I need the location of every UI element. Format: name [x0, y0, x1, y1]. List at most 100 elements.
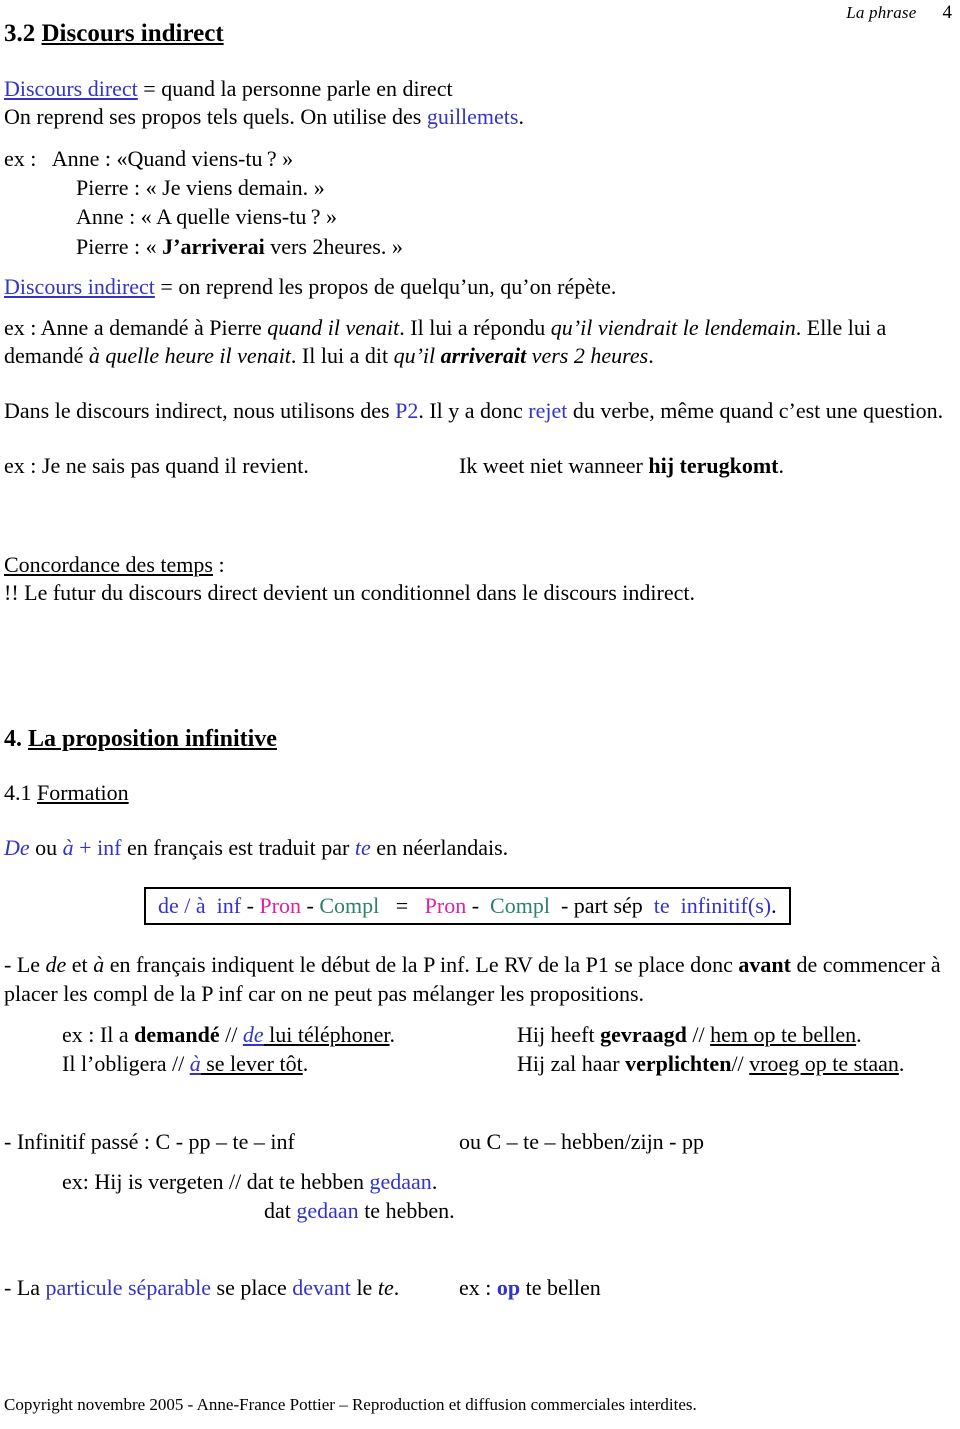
discours-indirect-text: = on reprend les propos de quelqu’un, qu…	[160, 273, 617, 299]
term-discours-direct: Discours direct	[4, 75, 138, 101]
nl-pre: Hij heeft	[517, 1022, 601, 1048]
discours-indirect-definition: Discours indirect = on reprend les propo…	[4, 273, 956, 302]
dialogue-speaker: Anne :	[76, 204, 141, 230]
concordance-heading: Concordance des temps :	[4, 551, 956, 580]
rule-part: en français indiquent le début de la P i…	[104, 952, 739, 978]
rule-part-avant: avant	[738, 952, 791, 978]
note-text-a: On reprend ses propos tels quels. On uti…	[4, 104, 427, 130]
ex-pre: ex: Hij is vergeten // dat te hebben	[62, 1168, 370, 1194]
particule-rule: - La particule séparable se place devant…	[4, 1273, 459, 1302]
particule-te: te	[377, 1275, 394, 1301]
ex-part: . Il lui a dit	[290, 343, 394, 369]
keyword-particule-separable: particule séparable	[45, 1275, 212, 1301]
section-heading-3-2: 3.2 Discours indirect	[4, 20, 956, 49]
fr-preposition: de	[242, 1022, 264, 1048]
keyword-p2: P2	[395, 397, 419, 423]
section-heading-4: 4. La proposition infinitive	[4, 726, 956, 754]
example-french: ex : Il a demandé // de lui téléphoner.	[62, 1020, 517, 1049]
example-dutch: Hij heeft gevraagd // hem op te bellen.	[517, 1020, 956, 1049]
dialogue-quote-close: »	[326, 204, 338, 230]
nl-bold-verb: gevraagd	[600, 1022, 687, 1048]
nl-end: .	[898, 1051, 905, 1077]
dialogue-line: ex : Anne : «Quand viens-tu ? »	[4, 144, 956, 173]
ex-pre: dat	[264, 1197, 297, 1223]
dialogue-examples: ex : Anne : «Quand viens-tu ? » Pierre :…	[4, 144, 956, 261]
dialogue-line: Pierre : « J’arriverai vers 2heures. »	[4, 232, 956, 261]
indirect-rule-paragraph: Dans le discours indirect, nous utilison…	[4, 397, 956, 426]
dialogue-quote-open: «	[116, 145, 128, 171]
section-number: 3.2	[4, 20, 36, 47]
rule-text-c: du verbe, même quand c’est une question.	[567, 397, 944, 423]
fr-mid: //	[219, 1022, 243, 1048]
nl-mid: //	[686, 1022, 711, 1048]
formula-compl-1: Compl	[319, 892, 380, 918]
intro-te: te	[354, 834, 371, 860]
ex-part-italic: qu’il viendrait le lendemain	[550, 314, 796, 340]
rule-part-de: de	[45, 952, 67, 978]
particule-end: .	[393, 1275, 400, 1301]
ex-part-italic: à quelle heure il venait	[88, 343, 291, 369]
concordance-colon: :	[212, 551, 225, 577]
fr-pre: ex : Il a	[62, 1022, 135, 1048]
fr-end: .	[302, 1051, 309, 1077]
nl-underlined: hem op te bellen	[710, 1022, 857, 1048]
formula-compl-2: Compl	[484, 892, 556, 918]
example-row: Il l’obligera // à se lever tôt. Hij zal…	[62, 1049, 956, 1078]
dialogue-text: A quelle viens-tu ?	[156, 204, 327, 230]
fr-pre: Il l’obligera	[62, 1051, 172, 1077]
rule-part: et	[66, 952, 94, 978]
rule-text-b: . Il y a donc	[418, 397, 529, 423]
indirect-example-row: ex : Je ne sais pas quand il revient. Ik…	[4, 451, 956, 480]
dialogue-speaker: Anne :	[51, 145, 117, 171]
example-french: Il l’obligera // à se lever tôt.	[62, 1049, 517, 1078]
fr-end: .	[389, 1022, 396, 1048]
particule-separable-row: - La particule séparable se place devant…	[4, 1273, 956, 1302]
dialogue-quote-close: »	[391, 233, 403, 259]
infinitive-formula-box: de / à inf - Pron - Compl = Pron - Compl…	[144, 886, 791, 926]
fr-preposition: à	[189, 1051, 201, 1077]
dialogue-speaker: Pierre :	[76, 233, 146, 259]
discours-direct-text: = quand la personne parle en direct	[143, 75, 453, 101]
formula-dash: -	[466, 892, 485, 918]
section-4-number: 4.	[4, 725, 22, 752]
fr-underlined: se lever tôt	[200, 1051, 303, 1077]
example-row: ex : Il a demandé // de lui téléphoner. …	[62, 1020, 956, 1049]
indirect-example-paragraph: ex : Anne a demandé à Pierre quand il ve…	[4, 314, 956, 371]
section-4-1-number: 4.1	[4, 780, 32, 806]
formula-equals: =	[379, 892, 425, 918]
ex-end: .	[431, 1168, 438, 1194]
infinitive-examples: ex : Il a demandé // de lui téléphoner. …	[4, 1020, 956, 1079]
dialogue-quote-close: »	[313, 175, 325, 201]
intro-inf: + inf	[73, 834, 122, 860]
particule-ex-op: op	[496, 1275, 521, 1301]
copyright-footer: Copyright novembre 2005 - Anne-France Po…	[4, 1394, 697, 1414]
dialogue-quote-open: «	[140, 204, 157, 230]
dialogue-quote-open: «	[145, 175, 163, 201]
intro-ou: ou	[29, 834, 63, 860]
infinitif-passe-label: - Infinitif passé : C - pp – te – inf	[4, 1128, 295, 1154]
keyword-guillemets: guillemets	[426, 104, 519, 130]
rule-part-a: à	[93, 952, 105, 978]
ex-part: ex : Anne a demandé à Pierre	[4, 314, 268, 340]
discours-direct-note: On reprend ses propos tels quels. On uti…	[4, 103, 956, 132]
formation-intro: De ou à + inf en français est traduit pa…	[4, 834, 956, 863]
formula-container: de / à inf - Pron - Compl = Pron - Compl…	[4, 886, 956, 926]
ex-blue-gedaan: gedaan	[369, 1168, 432, 1194]
ex-part-italic: vers 2 heures	[526, 343, 649, 369]
particule-pre: - La	[4, 1275, 46, 1301]
particule-mid: se place	[211, 1275, 293, 1301]
infinitif-passe-example-2: dat gedaan te hebben.	[4, 1197, 956, 1226]
nl-underlined: vroeg op te staan	[749, 1051, 899, 1077]
rule-text-a: Dans le discours indirect, nous utilison…	[4, 397, 396, 423]
section-4-1-title: Formation	[37, 780, 129, 806]
ex-part-italic: qu’il	[393, 343, 441, 369]
dutch-bold: hij terugkomt	[648, 453, 779, 479]
ex-part: . Il lui a répondu	[399, 314, 551, 340]
intro-a: à	[62, 834, 74, 860]
section-4-title: La proposition infinitive	[28, 725, 277, 752]
term-discours-indirect: Discours indirect	[4, 273, 155, 299]
formula-pron-2: Pron	[424, 892, 467, 918]
dialogue-text: vers 2heures.	[264, 233, 392, 259]
intro-de: De	[4, 834, 30, 860]
concordance-rule: !! Le futur du discours direct devient u…	[4, 580, 695, 606]
